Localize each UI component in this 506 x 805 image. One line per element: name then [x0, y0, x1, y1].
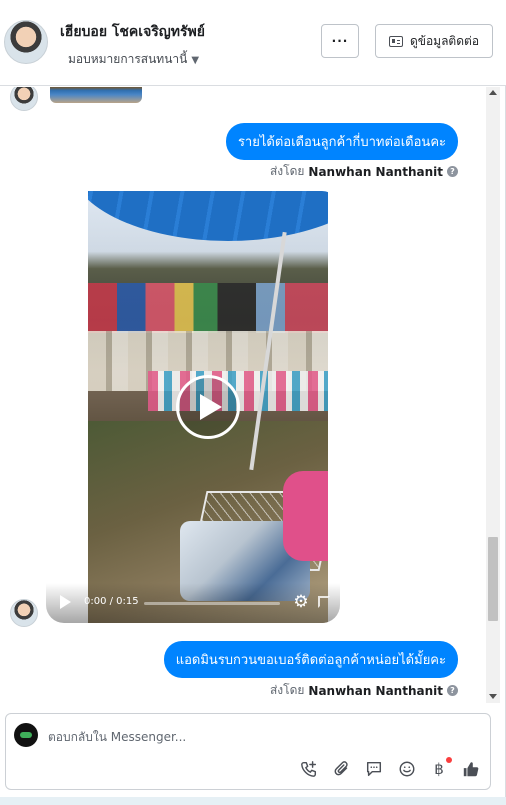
video-frame	[88, 191, 328, 623]
video-pink-bin	[283, 471, 328, 561]
scroll-up-arrow-icon[interactable]	[489, 90, 497, 95]
info-icon[interactable]: ?	[447, 166, 458, 177]
video-stall-goods	[88, 283, 328, 333]
previous-image-attachment[interactable]	[50, 87, 142, 103]
contact-avatar[interactable]	[4, 20, 48, 64]
play-icon	[200, 394, 222, 420]
fullscreen-icon[interactable]	[318, 596, 330, 608]
scroll-down-arrow-icon[interactable]	[489, 694, 497, 699]
video-umbrella	[88, 191, 328, 241]
conversation-header: เฮียบอย โชคเจริญทรัพย์ มอบหมายการสนทนานี…	[0, 0, 506, 86]
message-bubble[interactable]: แอดมินรบกวนขอเบอร์ติดต่อลูกค้าหน่อยได้มั…	[163, 641, 458, 678]
customer-avatar	[10, 87, 38, 111]
assign-label: มอบหมายการสนทนานี้	[68, 52, 188, 66]
phone-plus-icon[interactable]	[298, 758, 320, 780]
notification-dot	[446, 757, 452, 763]
assign-conversation-dropdown[interactable]: มอบหมายการสนทนานี้ ▼	[68, 50, 199, 69]
page-footer-strip	[0, 797, 506, 805]
video-controls: 0:00 / 0:15 ⚙	[46, 583, 340, 623]
video-seek-bar[interactable]	[144, 602, 280, 605]
more-options-button[interactable]: ···	[321, 24, 359, 58]
info-icon[interactable]: ?	[447, 685, 458, 696]
reply-input[interactable]	[48, 727, 468, 747]
contact-card-icon	[388, 35, 403, 47]
chat-bubble-icon[interactable]	[363, 758, 385, 780]
smiley-icon[interactable]	[396, 758, 418, 780]
inbox-conversation-panel: เฮียบอย โชคเจริญทรัพย์ มอบหมายการสนทนานี…	[0, 0, 506, 805]
video-attachment[interactable]: 0:00 / 0:15 ⚙	[46, 191, 340, 623]
message-bubble[interactable]: รายได้ต่อเดือนลูกค้ากี่บาทต่อเดือนคะ	[225, 123, 458, 160]
control-play-icon[interactable]	[60, 595, 71, 609]
thumbs-up-icon[interactable]	[460, 758, 482, 780]
paperclip-icon[interactable]	[331, 758, 353, 780]
sent-by-line: ส่งโดย Nanwhan Nanthanit ?	[270, 162, 458, 181]
sent-by-name: Nanwhan Nanthanit	[308, 164, 443, 179]
caret-down-icon: ▼	[191, 55, 200, 66]
video-time: 0:00 / 0:15	[84, 596, 139, 607]
sent-by-line: ส่งโดย Nanwhan Nanthanit ?	[270, 681, 458, 700]
view-contact-info-label: ดูข้อมูลติดต่อ	[409, 33, 480, 48]
sent-by-prefix: ส่งโดย	[269, 683, 305, 697]
settings-gear-icon[interactable]: ⚙	[292, 593, 310, 611]
scrollbar-thumb[interactable]	[488, 537, 498, 621]
view-contact-info-button[interactable]: ดูข้อมูลติดต่อ	[375, 24, 493, 58]
thread-scrollbar[interactable]	[486, 87, 500, 703]
contact-name[interactable]: เฮียบอย โชคเจริญทรัพย์	[60, 21, 205, 43]
customer-avatar	[10, 599, 38, 627]
video-play-button[interactable]	[176, 375, 240, 439]
reply-composer: ฿	[5, 713, 491, 790]
sent-by-name: Nanwhan Nanthanit	[308, 683, 443, 698]
page-logo	[14, 723, 38, 747]
sent-by-prefix: ส่งโดย	[269, 164, 305, 178]
message-thread[interactable]: รายได้ต่อเดือนลูกค้ากี่บาทต่อเดือนคะ ส่ง…	[0, 87, 486, 703]
